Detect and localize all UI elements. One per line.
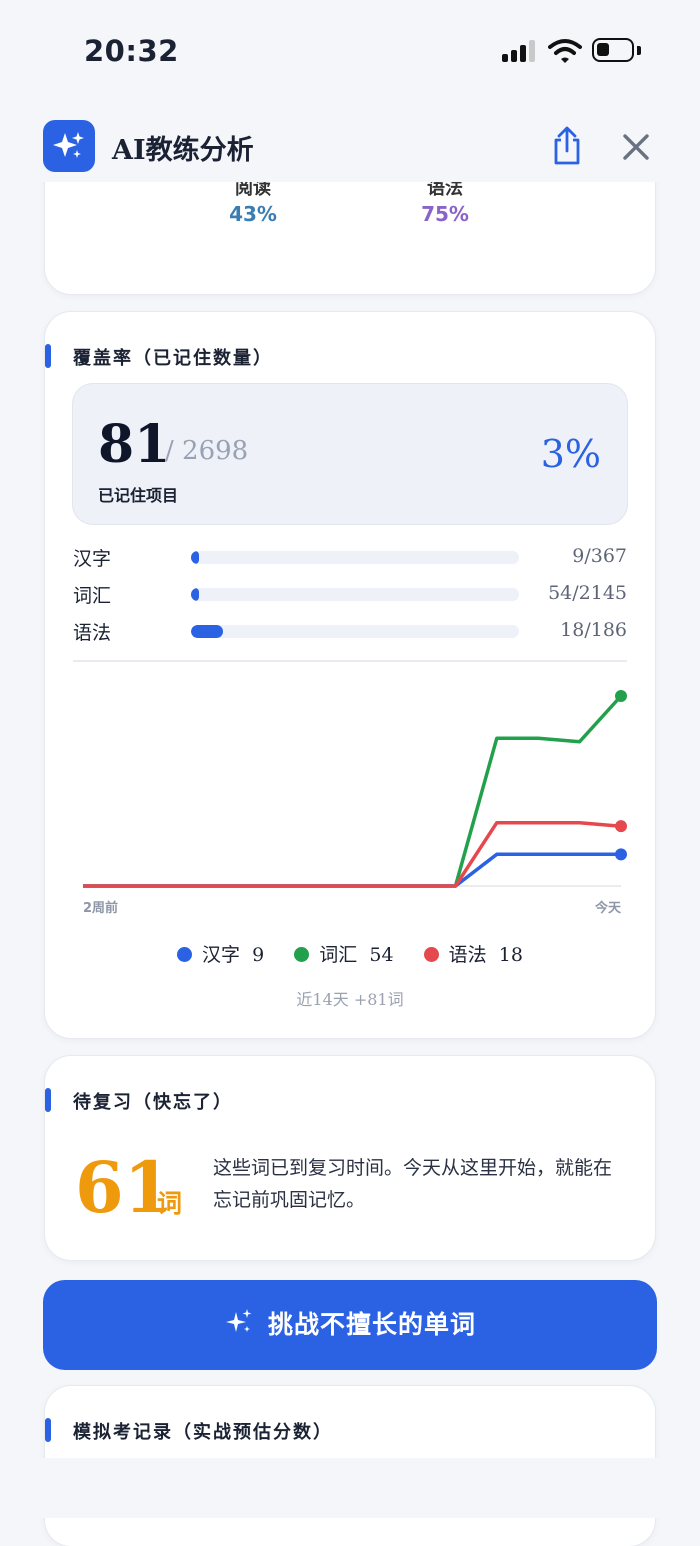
share-icon[interactable] — [547, 126, 587, 166]
progress-count: 18/186 — [560, 619, 627, 641]
x-tick-end: 今天 — [594, 900, 622, 916]
app-header: AI教练分析 — [0, 100, 700, 182]
series-endpoint-0 — [615, 848, 627, 861]
legend-dot — [294, 947, 310, 962]
chart-legend: 汉字 9 词汇 54 语法 18 — [45, 940, 655, 967]
legend-value: 18 — [498, 944, 523, 966]
status-time: 20:32 — [84, 34, 179, 68]
progress-fill — [191, 588, 200, 601]
review-card: 待复习（快忘了） 61 词 这些词已到复习时间。今天从这里开始，就能在忘记前巩固… — [45, 1056, 655, 1260]
mock-exam-title: 模拟考记录（实战预估分数） — [45, 1418, 333, 1444]
legend-value: 54 — [369, 944, 394, 966]
coverage-line-chart: 2周前 今天 — [83, 690, 627, 916]
series-endpoint-2 — [615, 820, 627, 833]
progress-fill — [191, 625, 223, 638]
sparkle-icon — [43, 120, 95, 172]
progress-label: 词汇 — [73, 585, 112, 607]
progress-row-vocab: 词汇 54/2145 — [73, 581, 627, 607]
chart-footnote: 近14天 +81词 — [296, 990, 404, 1009]
coverage-title: 覆盖率（已记住数量） — [45, 344, 273, 370]
total-count: / 2698 — [165, 436, 249, 466]
series-line-1 — [83, 694, 623, 888]
page-title: AI教练分析 — [112, 135, 254, 166]
legend-item-kanji: 汉字 9 — [177, 940, 264, 967]
legend-dot — [423, 947, 439, 962]
progress-row-kanji: 汉字 9/367 — [73, 544, 627, 570]
progress-track — [191, 551, 519, 564]
progress-count: 54/2145 — [548, 582, 627, 604]
progress-track — [191, 625, 519, 638]
skill-value: 75% — [421, 202, 469, 226]
skill-value: 43% — [229, 202, 277, 226]
status-bar: 20:32 — [0, 0, 700, 100]
legend-item-vocab: 词汇 54 — [294, 940, 394, 967]
sparkle-icon — [225, 1309, 252, 1332]
progress-count: 9/367 — [572, 545, 627, 567]
wifi-icon — [548, 39, 582, 63]
cta-label: 挑战不擅长的单词 — [267, 1310, 476, 1339]
review-unit: 词 — [157, 1189, 183, 1218]
legend-label: 汉字 — [202, 944, 241, 966]
coverage-card: 覆盖率（已记住数量） 81 / 2698 已记住项目 3% 汉字 9/367 词… — [45, 312, 655, 1038]
close-icon[interactable] — [616, 128, 656, 168]
legend-item-grammar: 语法 18 — [423, 940, 523, 967]
challenge-weak-words-button[interactable]: 挑战不擅长的单词 — [43, 1280, 657, 1370]
progress-label: 汉字 — [73, 548, 112, 570]
legend-label: 语法 — [448, 944, 487, 966]
memorized-label: 已记住项目 — [98, 486, 179, 505]
progress-track — [191, 588, 519, 601]
signal-icon — [502, 40, 538, 62]
progress-fill — [191, 551, 200, 564]
legend-dot — [177, 947, 193, 962]
coverage-percent: 3% — [540, 432, 601, 476]
review-title: 待复习（快忘了） — [45, 1088, 233, 1114]
x-tick-start: 2周前 — [83, 900, 118, 916]
legend-label: 词汇 — [319, 944, 358, 966]
coverage-summary: 81 / 2698 已记住项目 3% — [73, 384, 627, 524]
memorized-count: 81 — [98, 414, 171, 475]
battery-icon — [592, 38, 634, 62]
divider — [73, 660, 627, 662]
progress-row-grammar: 语法 18/186 — [73, 618, 627, 644]
progress-label: 语法 — [73, 622, 112, 644]
legend-value: 9 — [252, 944, 265, 966]
series-line-0 — [83, 852, 621, 888]
review-description: 这些词已到复习时间。今天从这里开始，就能在忘记前巩固记忆。 — [213, 1157, 613, 1211]
series-endpoint-1 — [615, 690, 627, 702]
